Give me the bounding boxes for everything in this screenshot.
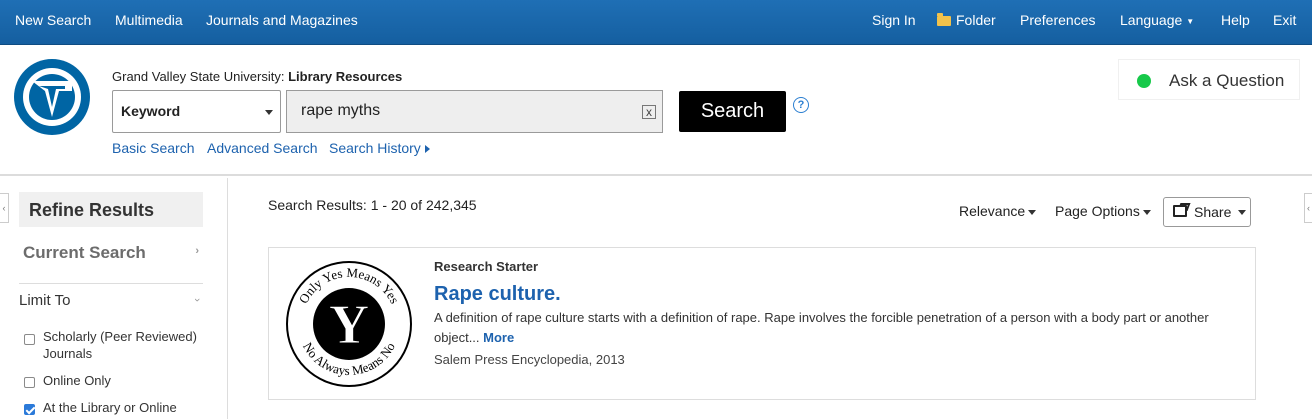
chevron-down-icon: ›: [191, 298, 204, 302]
nav-help[interactable]: Help: [1221, 12, 1250, 28]
nav-journals-magazines[interactable]: Journals and Magazines: [206, 12, 358, 28]
top-nav: New Search Multimedia Journals and Magaz…: [0, 0, 1312, 45]
nav-language[interactable]: Language ▼: [1120, 12, 1194, 28]
nav-language-label: Language: [1120, 12, 1183, 28]
caret-down-icon: [1142, 209, 1151, 215]
current-search-label: Current Search: [23, 243, 146, 262]
limit-scholarly-label[interactable]: Scholarly (Peer Reviewed) Journals: [43, 328, 208, 362]
advanced-search-link[interactable]: Advanced Search: [207, 140, 318, 156]
collapse-left-panel-icon[interactable]: ‹: [0, 193, 9, 223]
emblem-letter: Y: [329, 294, 369, 356]
nav-exit[interactable]: Exit: [1273, 12, 1296, 28]
triangle-right-icon: [424, 145, 430, 153]
search-field-value: Keyword: [121, 103, 181, 119]
basic-search-link[interactable]: Basic Search: [112, 140, 194, 156]
online-status-icon: [1137, 74, 1151, 88]
result-description-text: A definition of rape culture starts with…: [434, 310, 1209, 345]
ask-question-widget[interactable]: Ask a Question: [1118, 59, 1300, 100]
limit-scholarly-checkbox[interactable]: [24, 334, 35, 345]
nav-preferences[interactable]: Preferences: [1020, 12, 1095, 28]
limit-online-only-checkbox[interactable]: [24, 377, 35, 388]
collapse-right-panel-icon[interactable]: ‹: [1304, 193, 1312, 223]
sort-dropdown[interactable]: Relevance: [959, 203, 1037, 219]
limit-library-or-online-label[interactable]: At the Library or Online: [43, 399, 208, 416]
chevron-right-icon: ›: [195, 245, 199, 257]
caret-down-icon: [1028, 209, 1037, 215]
institution-line: Grand Valley State University: Library R…: [112, 69, 402, 84]
nav-new-search[interactable]: New Search: [15, 12, 91, 28]
refine-results-heading: Refine Results: [19, 192, 203, 227]
nav-multimedia[interactable]: Multimedia: [115, 12, 183, 28]
search-query-text: rape myths: [301, 102, 381, 119]
search-history-link[interactable]: Search History: [329, 140, 430, 156]
result-description: A definition of rape culture starts with…: [434, 308, 1246, 348]
page-options-dropdown[interactable]: Page Options: [1055, 203, 1151, 219]
limit-to-toggle[interactable]: Limit To ›: [19, 292, 203, 309]
result-type: Research Starter: [434, 259, 539, 274]
caret-down-icon: [1238, 210, 1246, 215]
results-count: Search Results: 1 - 20 of 242,345: [268, 197, 477, 213]
gvsu-logo[interactable]: [12, 57, 92, 137]
search-input[interactable]: rape myths x: [286, 90, 663, 133]
result-title-link[interactable]: Rape culture.: [434, 283, 561, 306]
sort-label: Relevance: [959, 203, 1026, 219]
caret-down-icon: ▼: [1186, 16, 1195, 26]
limit-library-or-online-checkbox[interactable]: [24, 404, 35, 415]
nav-folder-label: Folder: [956, 12, 996, 28]
help-icon[interactable]: ?: [793, 97, 809, 113]
institution-name: Grand Valley State University:: [112, 69, 285, 84]
research-starter-image[interactable]: Only Yes Means Yes No Always Means No Y: [285, 260, 413, 388]
folder-icon: [937, 13, 951, 26]
current-search-toggle[interactable]: Current Search ›: [19, 243, 203, 263]
clear-search-icon[interactable]: x: [642, 105, 656, 119]
more-link[interactable]: More: [483, 330, 514, 345]
share-label: Share: [1194, 204, 1232, 220]
limit-online-only-label[interactable]: Online Only: [43, 372, 208, 389]
share-icon: [1173, 205, 1187, 217]
search-history-label: Search History: [329, 140, 421, 156]
page-options-label: Page Options: [1055, 203, 1140, 219]
search-field-select[interactable]: Keyword: [112, 90, 281, 133]
ask-question-label: Ask a Question: [1169, 71, 1285, 90]
chevron-down-icon: [265, 110, 273, 115]
divider: [19, 283, 203, 284]
search-button[interactable]: Search: [679, 91, 786, 132]
result-source: Salem Press Encyclopedia, 2013: [434, 352, 625, 367]
resource-name: Library Resources: [288, 69, 403, 84]
nav-folder[interactable]: Folder: [937, 12, 996, 28]
nav-sign-in[interactable]: Sign In: [872, 12, 916, 28]
limit-to-label: Limit To: [19, 292, 71, 309]
share-button[interactable]: Share: [1163, 197, 1251, 227]
